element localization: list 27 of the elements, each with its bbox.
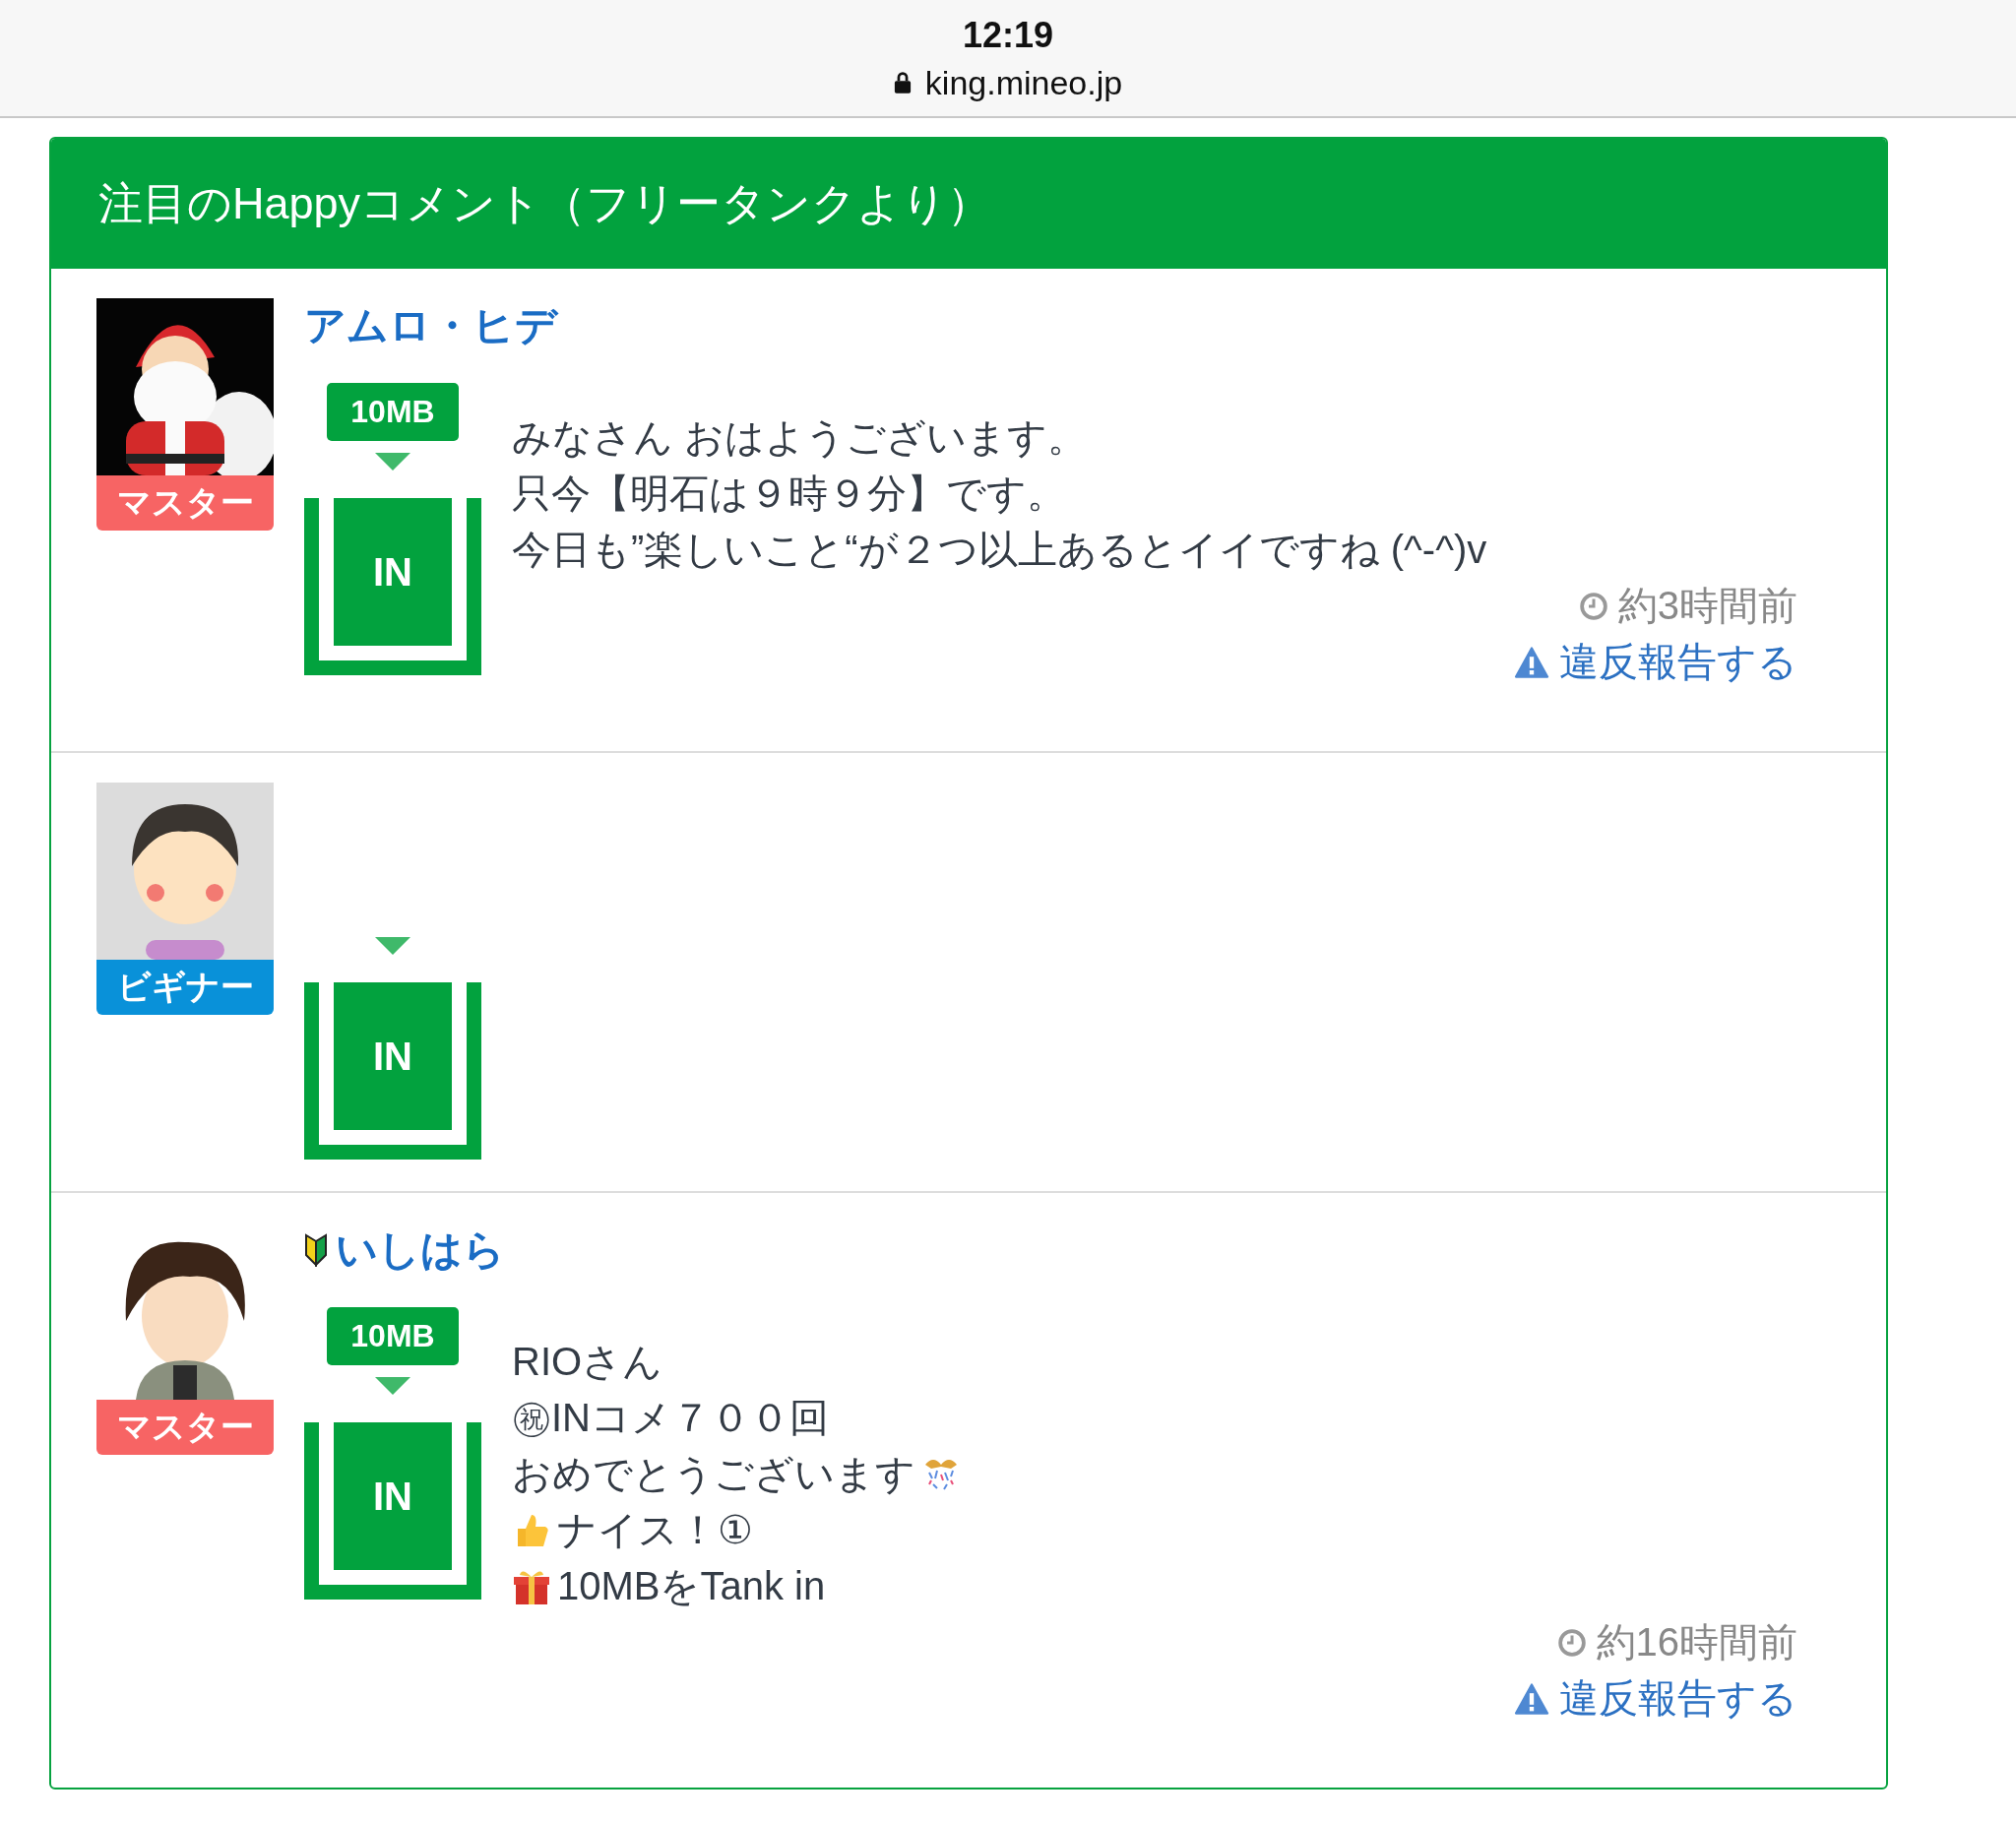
url-text[interactable]: king.mineo.jp <box>924 63 1123 102</box>
posted-time: 約3時間前 <box>1617 583 1797 629</box>
warning-icon <box>1514 646 1549 678</box>
panel-title: 注目のHappyコメント（フリータンクより） <box>98 177 992 230</box>
clock-icon <box>1578 591 1608 621</box>
comment-text: みなさん おはようございます。 只今【明石は９時９分】です。 今日も”楽しいこと“が２つ以上あるとイイですね (^-^)v <box>512 414 1488 573</box>
down-arrow-icon <box>375 937 410 955</box>
data-amount-badge: 10MB <box>327 383 459 441</box>
rank-badge: マスター <box>96 1400 274 1455</box>
data-amount-badge: 10MB <box>327 1307 459 1365</box>
tank-in-label: IN <box>334 498 452 646</box>
rank-badge: マスター <box>96 475 274 531</box>
report-link[interactable]: 違反報告する <box>1514 634 1797 690</box>
posted-time: 約16時間前 <box>1596 1619 1797 1665</box>
down-arrow-icon <box>375 453 410 471</box>
clock-time: 12:19 <box>962 14 1054 56</box>
report-link[interactable]: 違反報告する <box>1514 1670 1797 1727</box>
lock-icon <box>893 71 912 94</box>
comment-text: RIOさん ㊗INコメ７００回 おめでとうございます ナイス！① 10MBをTank in <box>512 1334 1797 1614</box>
user-name-link[interactable]: アムロ・ヒデ <box>304 298 557 353</box>
rank-badge: ビギナー <box>96 960 274 1015</box>
tank-in-label: IN <box>334 1422 452 1570</box>
warning-icon <box>1514 1682 1549 1715</box>
down-arrow-icon <box>375 1377 410 1395</box>
user-name-link[interactable]: いしはら <box>336 1223 505 1278</box>
tank-in-label: IN <box>334 982 452 1130</box>
clock-icon <box>1556 1627 1587 1658</box>
